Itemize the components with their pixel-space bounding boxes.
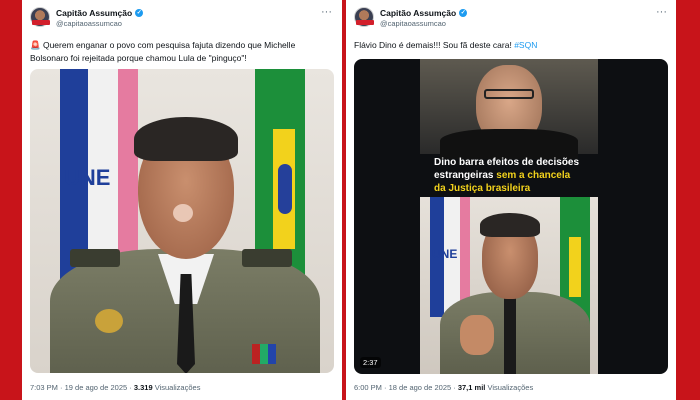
avatar-badge	[32, 20, 50, 25]
avatar-badge	[356, 20, 374, 25]
views-label: Visualizações	[487, 383, 534, 392]
shoulder-board-right	[242, 249, 292, 267]
brazil-flag-blue	[278, 164, 292, 214]
officer-hair	[480, 213, 540, 237]
portrait-suit	[440, 129, 578, 159]
author-name-text: Capitão Assumção	[56, 8, 133, 18]
flag-lettering: UNE	[64, 165, 111, 190]
tweet-photo[interactable]: UNE	[30, 69, 334, 373]
tweet-text: Flávio Dino é demais!!! Sou fã deste car…	[354, 39, 664, 52]
tweet-left: Capitão Assumção ✓ @capitaoassumcao ··· …	[22, 0, 342, 400]
avatar[interactable]	[354, 7, 374, 27]
tie	[504, 297, 516, 374]
tweet-text: 🚨 Querem enganar o povo com pesquisa faj…	[30, 39, 330, 64]
caption-line-2: estrangeiras sem a chancela	[434, 170, 570, 181]
caption-line-2-highlight: sem a chancela	[496, 170, 571, 181]
video-duration: 2:37	[360, 357, 381, 368]
timestamp[interactable]: 7:03 PM · 19 de ago de 2025 ·	[30, 383, 132, 392]
glasses-icon	[484, 89, 534, 99]
author-handle[interactable]: @capitaoassumcao	[380, 19, 446, 28]
timestamp[interactable]: 6:00 PM · 18 de ago de 2025 ·	[354, 383, 456, 392]
views-label: Visualizações	[154, 383, 201, 392]
tweet-meta: 6:00 PM · 18 de ago de 2025 · 37,1 mil V…	[354, 383, 533, 392]
tweet-body: Flávio Dino é demais!!! Sou fã deste car…	[354, 40, 512, 50]
tweet-meta: 7:03 PM · 19 de ago de 2025 · 3.319 Visu…	[30, 383, 200, 392]
tweet-right: Capitão Assumção ✓ @capitaoassumcao ··· …	[346, 0, 676, 400]
siren-emoji-icon: 🚨	[30, 40, 41, 50]
shoulder-board-left	[70, 249, 120, 267]
officer-hair	[134, 117, 238, 161]
caption-line-1: Dino barra efeitos de decisões	[434, 157, 580, 168]
flag-lettering: UNE	[432, 247, 458, 261]
tweet-body: Querem enganar o povo com pesquisa fajut…	[30, 40, 296, 63]
views-count: 3.319	[133, 383, 153, 392]
author-name[interactable]: Capitão Assumção ✓	[380, 8, 468, 18]
verified-icon: ✓	[135, 9, 144, 17]
author-name[interactable]: Capitão Assumção ✓	[56, 8, 144, 18]
avatar[interactable]	[30, 7, 50, 27]
medal-ribbons	[252, 344, 276, 364]
author-handle[interactable]: @capitaoassumcao	[56, 19, 122, 28]
video-top-frame	[420, 59, 598, 159]
caption-line-2-text: estrangeiras	[434, 170, 497, 181]
nose-bandage	[173, 204, 193, 222]
more-options-icon[interactable]: ···	[656, 6, 667, 18]
tweet-video[interactable]: Dino barra efeitos de decisões estrangei…	[354, 59, 668, 374]
more-options-icon[interactable]: ···	[321, 6, 332, 18]
brazil-flag-yellow	[569, 237, 581, 297]
views-count: 37,1 mil	[457, 383, 486, 392]
author-name-text: Capitão Assumção	[380, 8, 457, 18]
hashtag-link[interactable]: #SQN	[514, 40, 537, 50]
video-bottom-frame: UNE	[420, 197, 598, 374]
raised-hand	[460, 315, 494, 355]
verified-icon: ✓	[459, 9, 468, 17]
insignia-badge	[95, 309, 123, 333]
caption-line-3: da Justiça brasileira	[434, 183, 531, 194]
